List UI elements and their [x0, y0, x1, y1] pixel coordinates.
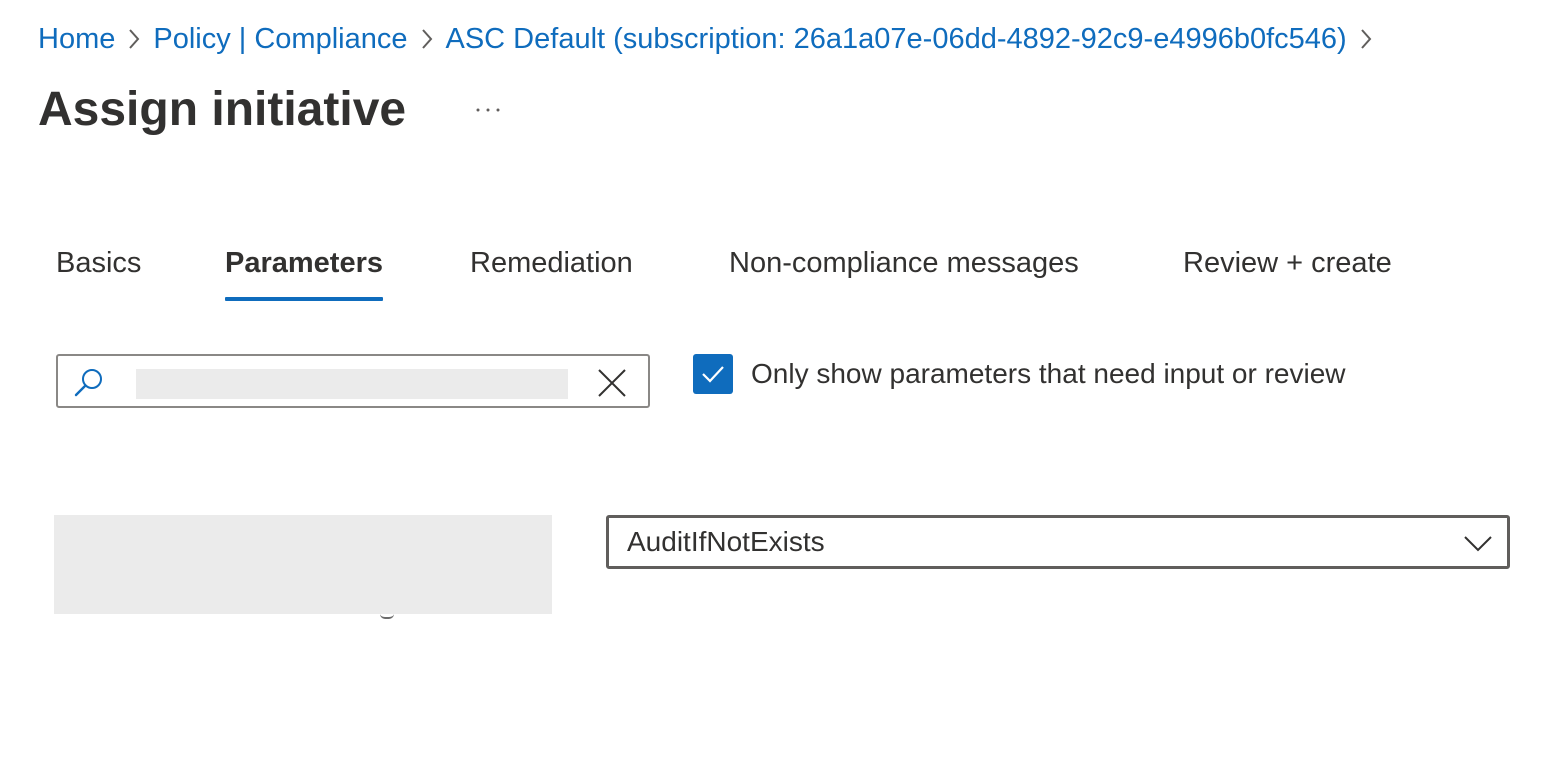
search-icon [74, 369, 102, 397]
search-input[interactable] [136, 369, 568, 399]
parameter-search-box [56, 354, 650, 408]
tab-label: Remediation [470, 247, 633, 279]
tab-label: Review + create [1183, 247, 1392, 279]
checkmark-icon [702, 366, 724, 383]
tab-label: Basics [56, 247, 142, 279]
page-title: Assign initiative [38, 83, 407, 136]
effect-dropdown[interactable]: AuditIfNotExists [606, 515, 1510, 569]
tab-remediation[interactable]: Remediation [470, 238, 633, 304]
breadcrumb: Home Policy | Compliance ASC Default (su… [38, 18, 1385, 60]
parameter-name-redacted [54, 515, 552, 614]
tab-non-compliance-messages[interactable]: Non-compliance messages [729, 238, 1079, 304]
breadcrumb-asc-default-link[interactable]: ASC Default (subscription: 26a1a07e-06dd… [446, 23, 1347, 56]
ellipsis-icon [476, 108, 500, 112]
checkbox[interactable] [693, 354, 733, 394]
chevron-right-icon [116, 18, 152, 60]
only-show-needed-params-checkbox[interactable]: Only show parameters that need input or … [693, 354, 1346, 394]
tab-label: Parameters [225, 247, 383, 279]
dropdown-selected-value: AuditIfNotExists [627, 526, 825, 557]
tab-basics[interactable]: Basics [56, 238, 141, 304]
text-fragment [380, 614, 394, 619]
chevron-down-icon [1464, 536, 1492, 552]
tab-label: Non-compliance messages [729, 247, 1079, 279]
close-icon[interactable] [596, 367, 628, 399]
chevron-right-icon [1348, 18, 1384, 60]
active-tab-indicator [225, 297, 383, 301]
chevron-right-icon [409, 18, 445, 60]
breadcrumb-policy-compliance-link[interactable]: Policy | Compliance [153, 23, 407, 56]
tab-parameters[interactable]: Parameters [225, 238, 383, 304]
checkbox-label: Only show parameters that need input or … [751, 358, 1346, 389]
tab-review-create[interactable]: Review + create [1183, 238, 1392, 304]
breadcrumb-home-link[interactable]: Home [38, 23, 115, 56]
more-options-button[interactable] [468, 92, 508, 128]
